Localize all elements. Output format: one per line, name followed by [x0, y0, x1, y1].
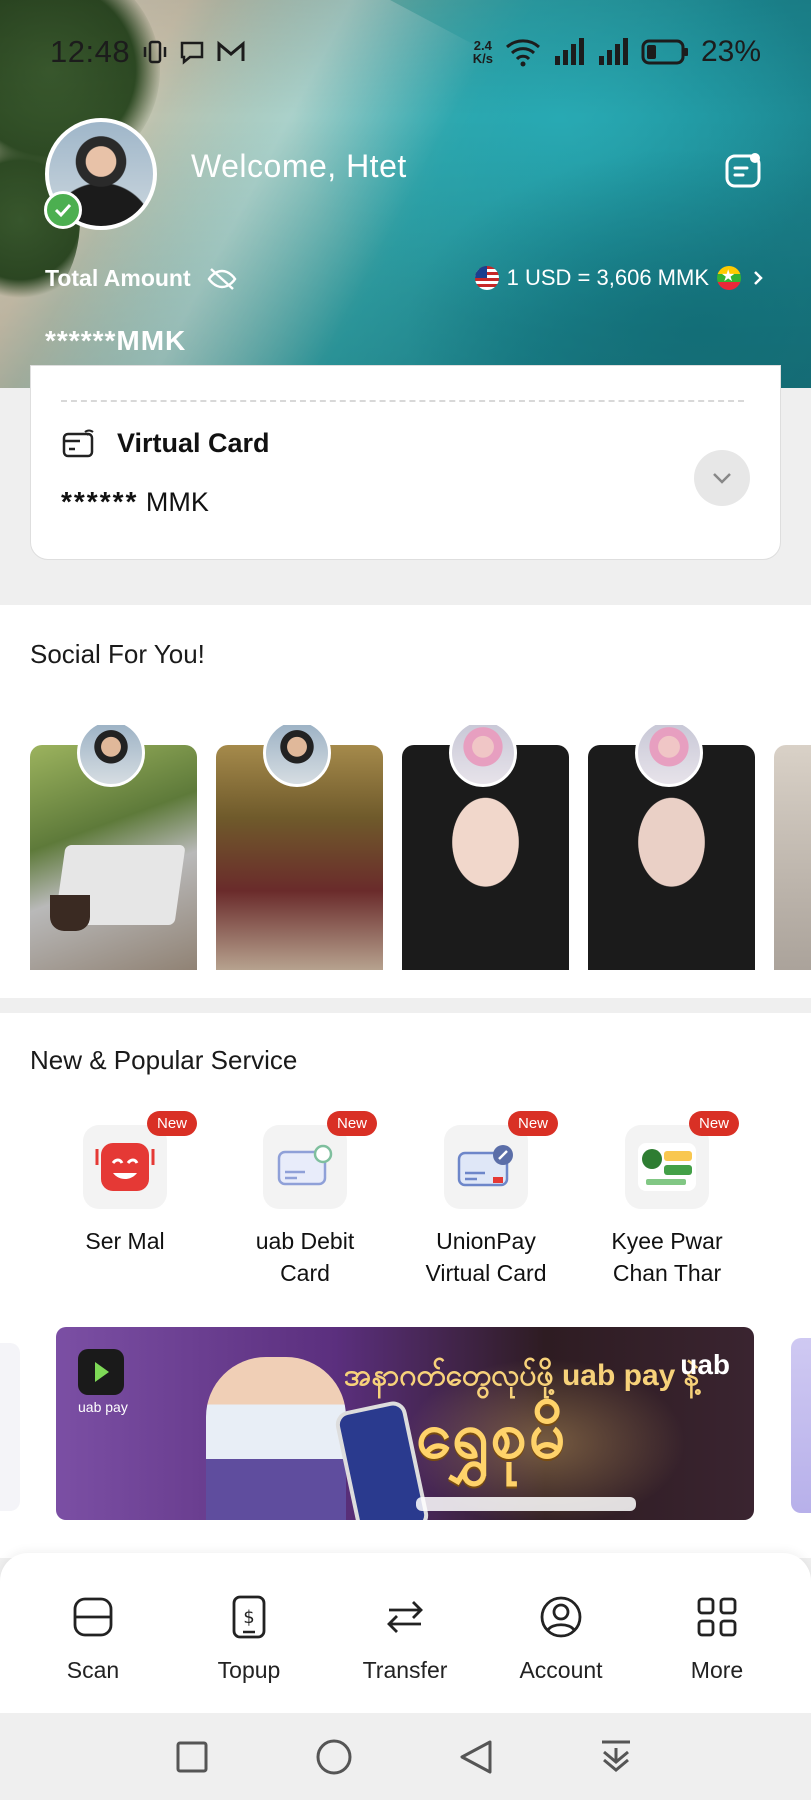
- service-label: Kyee Pwar Chan Thar: [611, 1228, 723, 1286]
- circle-icon: [316, 1739, 352, 1775]
- debit-card-tile: New: [263, 1111, 377, 1209]
- verified-check-icon: [44, 191, 82, 229]
- social-video-thumb[interactable]: [774, 745, 811, 970]
- banner-headline: အနာဂတ်တွေလုပ်ဖို့ uab pay နဲ့: [344, 1359, 700, 1392]
- home-button[interactable]: [312, 1735, 356, 1779]
- exchange-rate-text: 1 USD = 3,606 MMK: [506, 265, 709, 290]
- services-title: New & Popular Service: [30, 1045, 298, 1075]
- exchange-rate[interactable]: 1 USD = 3,606 MMK: [474, 265, 767, 291]
- debit-card-icon: [277, 1144, 333, 1186]
- svg-text:$: $: [243, 1607, 254, 1628]
- service-kyee-pwar-chan-thar[interactable]: New Kyee Pwar Chan Thar: [587, 1111, 747, 1289]
- card-icon: [62, 429, 94, 458]
- banner-app-name: uab pay: [78, 1399, 128, 1415]
- new-badge: New: [507, 1111, 558, 1136]
- masked-total-amount: ******MMK: [45, 325, 187, 356]
- inbox-icon[interactable]: [723, 150, 763, 190]
- banner-peek-left[interactable]: [0, 1343, 20, 1511]
- chevron-right-icon: [754, 271, 763, 285]
- banner-brand: uab: [680, 1349, 730, 1380]
- expand-chevron-button[interactable]: [694, 450, 750, 506]
- nav-transfer[interactable]: Transfer: [330, 1589, 480, 1684]
- nav-more[interactable]: More: [642, 1589, 792, 1684]
- eye-off-icon[interactable]: [207, 267, 237, 291]
- header-banner: 12:48 2.4 K/s 23% Welcome, Htet Total Amo…: [0, 0, 811, 388]
- nav-account[interactable]: Account: [486, 1589, 636, 1684]
- banner-people-image: [206, 1357, 346, 1520]
- grid-icon: [697, 1597, 737, 1637]
- uab-pay-logo-icon: [78, 1349, 124, 1395]
- pull-down-icon: [602, 1740, 630, 1772]
- service-uab-debit-card[interactable]: New uab Debit Card: [225, 1111, 385, 1289]
- promo-banner[interactable]: uab pay အနာဂတ်တွေလုပ်ဖို့ uab pay နဲ့ ရွ…: [56, 1327, 754, 1520]
- gmail-icon: [217, 40, 245, 61]
- nav-label: Scan: [66, 1657, 120, 1683]
- nav-label: Transfer: [362, 1657, 448, 1683]
- nav-label: More: [690, 1657, 744, 1683]
- total-amount-row: Total Amount: [45, 265, 237, 292]
- kyee-pwar-logo-icon: [638, 1143, 696, 1191]
- nav-label: Account: [519, 1657, 603, 1683]
- social-title: Social For You!: [30, 639, 205, 669]
- nav-label: Topup: [217, 1657, 281, 1683]
- recents-button[interactable]: [170, 1735, 214, 1779]
- vibrate-icon: [143, 40, 167, 64]
- social-thumbnails: [30, 725, 811, 970]
- status-time: 12:48: [50, 34, 131, 69]
- system-navigation-bar: [0, 1713, 811, 1800]
- social-section: Social For You!: [0, 605, 811, 998]
- ser-mal-icon: [95, 1143, 155, 1191]
- nav-scan[interactable]: Scan: [18, 1589, 168, 1684]
- service-label: Ser Mal: [85, 1228, 165, 1254]
- new-badge: New: [326, 1111, 377, 1136]
- us-flag-icon: [474, 266, 499, 290]
- chevron-down-icon: [713, 473, 731, 484]
- battery-percent: 23%: [700, 35, 761, 68]
- back-button[interactable]: [454, 1735, 498, 1779]
- new-badge: New: [688, 1111, 739, 1136]
- new-badge: New: [146, 1111, 197, 1136]
- service-label: uab Debit Card: [255, 1228, 355, 1286]
- account-icon: [540, 1596, 582, 1638]
- unionpay-tile: New: [444, 1111, 558, 1209]
- virtual-card-panel[interactable]: Virtual Card ****** MMK: [30, 365, 781, 560]
- service-unionpay-virtual-card[interactable]: New UnionPay Virtual Card: [406, 1111, 566, 1289]
- messenger-icon: [180, 41, 204, 65]
- services-section: New & Popular Service New Ser Mal New ua…: [0, 1013, 811, 1558]
- network-speed: 2.4 K/s: [472, 38, 493, 66]
- wifi-icon: [505, 39, 540, 67]
- virtual-card-title: Virtual Card: [117, 428, 270, 458]
- banner-peek-right[interactable]: [791, 1338, 811, 1513]
- service-ser-mal[interactable]: New Ser Mal: [45, 1111, 205, 1257]
- topup-icon: $: [232, 1595, 266, 1639]
- app-store-badges: [416, 1497, 636, 1511]
- virtual-card-amount: ****** MMK: [61, 486, 209, 517]
- bottom-navigation: Scan $ Topup Transfer Account More: [0, 1553, 811, 1713]
- signal-icon-1: [554, 38, 584, 65]
- signal-icon-2: [598, 38, 628, 65]
- square-icon: [176, 1741, 208, 1773]
- banner-big-text: ရွှေစုမိ: [416, 1399, 568, 1471]
- unionpay-card-icon: [457, 1145, 513, 1187]
- battery-icon: [641, 39, 688, 65]
- welcome-text: Welcome, Htet: [191, 148, 407, 184]
- status-bar: 12:48 2.4 K/s 23%: [50, 30, 761, 74]
- transfer-icon: [387, 1601, 423, 1633]
- kyee-pwar-tile: New: [625, 1111, 739, 1209]
- service-label: UnionPay Virtual Card: [425, 1228, 547, 1286]
- total-amount-label: Total Amount: [45, 265, 191, 291]
- notification-pull-button[interactable]: [594, 1735, 638, 1779]
- myanmar-flag-icon: [717, 266, 741, 290]
- ser-mal-tile: New: [83, 1111, 197, 1209]
- nav-topup[interactable]: $ Topup: [174, 1589, 324, 1684]
- scan-icon: [73, 1597, 113, 1637]
- triangle-back-icon: [460, 1740, 492, 1774]
